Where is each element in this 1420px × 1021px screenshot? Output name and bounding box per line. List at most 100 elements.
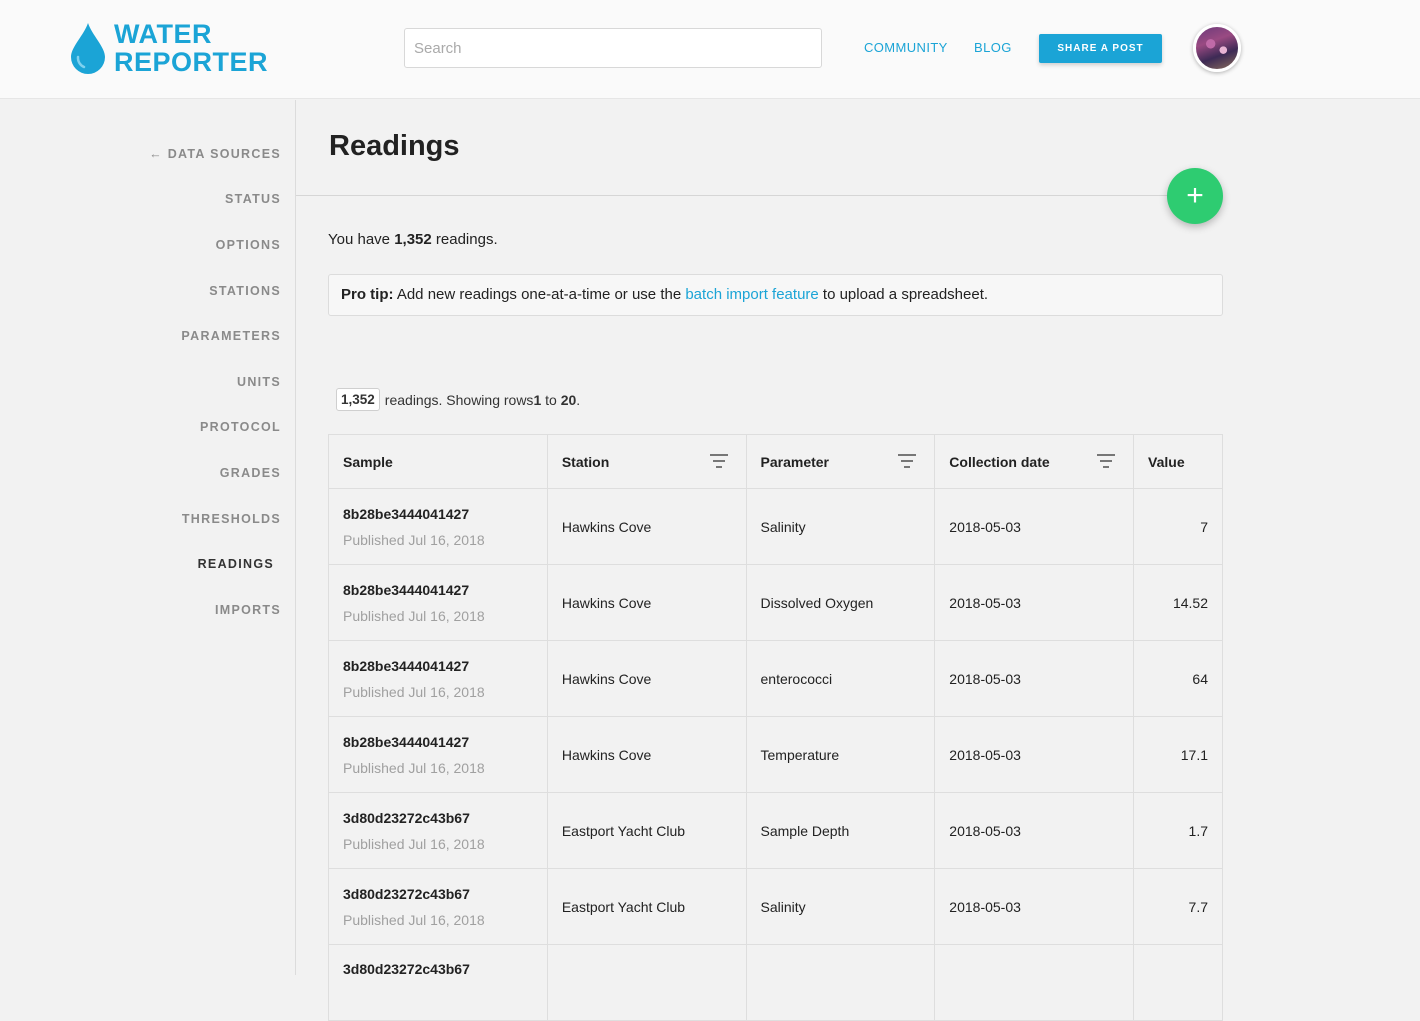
column-header-label: Station xyxy=(561,453,610,470)
add-reading-button[interactable]: + xyxy=(1167,168,1223,224)
search-input[interactable] xyxy=(404,28,822,68)
sample-id[interactable]: 3d80d23272c43b67 xyxy=(343,886,533,902)
row-to: 20 xyxy=(560,391,577,408)
sidebar-item-imports[interactable]: IMPORTS xyxy=(215,603,281,617)
logo-line-2: REPORTER xyxy=(114,47,269,77)
station-cell: Hawkins Cove xyxy=(546,716,747,793)
table-row[interactable]: 8b28be3444041427 Published Jul 16, 2018 H… xyxy=(328,640,1223,717)
date-cell: 2018-05-03 xyxy=(934,488,1135,565)
sample-id[interactable]: 8b28be3444041427 xyxy=(343,734,533,750)
column-header-sample[interactable]: Sample xyxy=(328,434,548,489)
top-header: WATER REPORTER COMMUNITY BLOG SHARE A PO… xyxy=(0,0,1420,99)
sample-cell[interactable]: 8b28be3444041427 Published Jul 16, 2018 xyxy=(328,488,548,565)
title-divider xyxy=(296,195,1223,196)
column-header-parameter[interactable]: Parameter xyxy=(745,434,936,489)
sample-cell[interactable]: 3d80d23272c43b67 Published Jul 16, 2018 xyxy=(328,868,548,945)
date-cell: 2018-05-03 xyxy=(934,868,1135,945)
sidebar-nav: ← DATA SOURCES STATUS OPTIONS STATIONS P… xyxy=(0,100,296,975)
sample-cell[interactable]: 8b28be3444041427 Published Jul 16, 2018 xyxy=(328,640,548,717)
summary-prefix: You have xyxy=(328,231,395,248)
station-cell: Hawkins Cove xyxy=(546,488,747,565)
column-header-label: Parameter xyxy=(760,453,830,470)
sample-id[interactable]: 8b28be3444041427 xyxy=(343,506,533,522)
sidebar-item-protocol[interactable]: PROTOCOL xyxy=(200,420,281,434)
sample-cell[interactable]: 3d80d23272c43b67 Published Jul 16, 2018 xyxy=(328,792,548,869)
pro-tip-box: Pro tip: Add new readings one-at-a-time … xyxy=(328,274,1223,316)
column-header-collection-date[interactable]: Collection date xyxy=(934,434,1135,489)
share-a-post-button[interactable]: SHARE A POST xyxy=(1039,34,1162,63)
sample-cell[interactable]: 8b28be3444041427 Published Jul 16, 2018 xyxy=(328,716,548,793)
column-header-label: Collection date xyxy=(949,453,1050,470)
sidebar-item-data-sources[interactable]: ← DATA SOURCES xyxy=(149,147,281,161)
parameter-cell: Sample Depth xyxy=(745,792,936,869)
sidebar-item-grades[interactable]: GRADES xyxy=(220,466,281,480)
sample-id[interactable]: 8b28be3444041427 xyxy=(343,582,533,598)
sidebar-item-status[interactable]: STATUS xyxy=(225,192,281,206)
sample-published: Published Jul 16, 2018 xyxy=(343,759,485,776)
table-row[interactable]: 8b28be3444041427 Published Jul 16, 2018 H… xyxy=(328,716,1223,793)
sidebar-item-units[interactable]: UNITS xyxy=(237,375,281,389)
sample-cell[interactable]: 8b28be3444041427 Published Jul 16, 2018 xyxy=(328,564,548,641)
community-link[interactable]: COMMUNITY xyxy=(864,40,948,55)
count-text-2: to xyxy=(541,391,561,408)
blog-link[interactable]: BLOG xyxy=(974,40,1012,55)
water-drop-icon xyxy=(71,23,105,74)
logo-line-1: WATER xyxy=(114,19,212,49)
sidebar-item-options[interactable]: OPTIONS xyxy=(216,238,281,252)
table-row[interactable]: 3d80d23272c43b67 xyxy=(328,944,1223,1021)
pro-tip-text-after: to upload a spreadsheet. xyxy=(818,286,989,303)
sample-published: Published Jul 16, 2018 xyxy=(343,683,485,700)
parameter-cell: Salinity xyxy=(745,488,936,565)
summary-count: 1,352 xyxy=(394,231,432,248)
readings-summary: You have 1,352 readings. xyxy=(328,231,498,248)
sidebar-item-parameters[interactable]: PARAMETERS xyxy=(181,329,281,343)
table-row[interactable]: 8b28be3444041427 Published Jul 16, 2018 H… xyxy=(328,564,1223,641)
column-header-label: Sample xyxy=(343,453,393,470)
column-header-station[interactable]: Station xyxy=(546,434,747,489)
row-count-line: 1,352 readings. Showing rows ​1 to 20. xyxy=(336,388,580,411)
date-cell: 2018-05-03 xyxy=(934,640,1135,717)
station-cell: Hawkins Cove xyxy=(546,564,747,641)
pro-tip-text-before: Add new readings one-at-a-time or use th… xyxy=(393,286,686,303)
column-header-label: Value xyxy=(1148,453,1185,470)
station-cell: Hawkins Cove xyxy=(546,640,747,717)
sample-id[interactable]: 3d80d23272c43b67 xyxy=(343,810,533,826)
table-row[interactable]: 8b28be3444041427 Published Jul 16, 2018 H… xyxy=(328,488,1223,565)
user-avatar[interactable] xyxy=(1193,24,1241,72)
parameter-cell: Salinity xyxy=(745,868,936,945)
table-row[interactable]: 3d80d23272c43b67 Published Jul 16, 2018 E… xyxy=(328,868,1223,945)
sample-published: Published Jul 16, 2018 xyxy=(343,835,485,852)
date-cell xyxy=(934,944,1135,1021)
pro-tip-label: Pro tip: xyxy=(341,286,394,303)
table-row[interactable]: 3d80d23272c43b67 Published Jul 16, 2018 E… xyxy=(328,792,1223,869)
filter-icon[interactable] xyxy=(1097,454,1116,468)
parameter-cell: Dissolved Oxygen xyxy=(745,564,936,641)
station-cell xyxy=(546,944,747,1021)
station-cell: Eastport Yacht Club xyxy=(546,792,747,869)
value-cell xyxy=(1133,944,1223,1021)
count-badge: 1,352 xyxy=(336,388,380,411)
row-from: 1 xyxy=(533,391,542,408)
parameter-cell: enterococci xyxy=(745,640,936,717)
value-cell: 1.7 xyxy=(1133,792,1223,869)
sidebar-item-stations[interactable]: STATIONS xyxy=(209,284,281,298)
summary-suffix: readings. xyxy=(431,231,498,248)
column-header-value[interactable]: Value xyxy=(1133,434,1223,489)
value-cell: 64 xyxy=(1133,640,1223,717)
value-cell: 7.7 xyxy=(1133,868,1223,945)
parameter-cell: Temperature xyxy=(745,716,936,793)
filter-icon[interactable] xyxy=(709,454,728,468)
readings-table: Sample Station Parameter Collection date… xyxy=(328,434,1223,1021)
value-cell: 7 xyxy=(1133,488,1223,565)
date-cell: 2018-05-03 xyxy=(934,792,1135,869)
date-cell: 2018-05-03 xyxy=(934,564,1135,641)
sample-id[interactable]: 8b28be3444041427 xyxy=(343,658,533,674)
sidebar-item-readings[interactable]: READINGS xyxy=(198,557,274,571)
value-cell: 14.52 xyxy=(1133,564,1223,641)
logo-wordmark: WATER REPORTER xyxy=(114,20,268,76)
filter-icon[interactable] xyxy=(898,454,917,468)
water-reporter-logo[interactable]: WATER REPORTER xyxy=(70,20,268,76)
sample-cell[interactable]: 3d80d23272c43b67 xyxy=(328,944,548,1021)
batch-import-link[interactable]: batch import feature xyxy=(685,286,818,303)
sidebar-item-thresholds[interactable]: THRESHOLDS xyxy=(182,512,281,526)
